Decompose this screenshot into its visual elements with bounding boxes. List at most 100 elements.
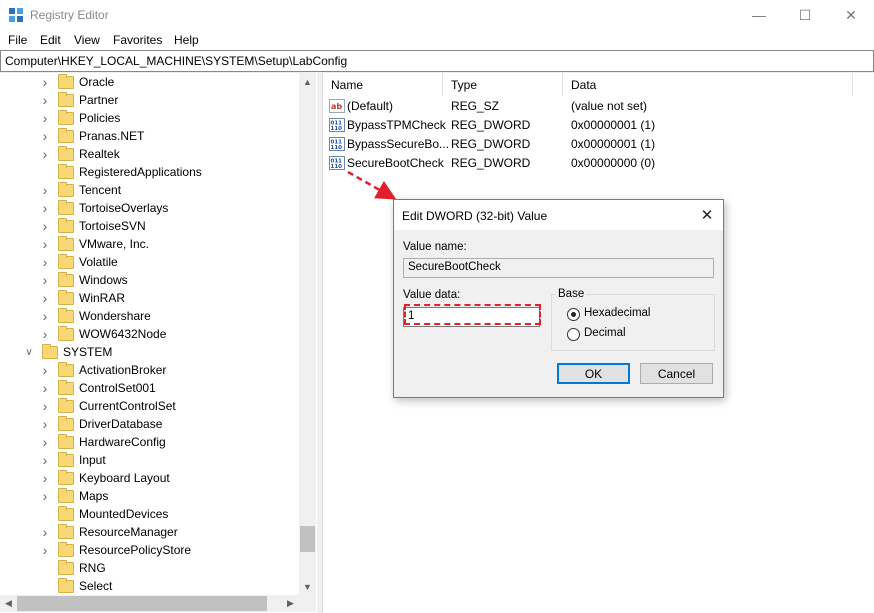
chevron-right-icon[interactable]: ›	[40, 254, 50, 270]
tree-item[interactable]: › Realtek	[40, 145, 120, 163]
tree-item[interactable]: MountedDevices	[40, 505, 168, 523]
tree-item[interactable]: › TortoiseSVN	[40, 217, 146, 235]
tree-item[interactable]: › Pranas.NET	[40, 127, 144, 145]
key-tree[interactable]: › Oracle › Partner › Policies › Pranas.NET › Real…	[0, 73, 317, 613]
list-item[interactable]: 011 110 SecureBootCheck REG_DWORD 0x0000…	[327, 154, 847, 173]
dialog-close-button[interactable]: ✕	[696, 205, 718, 225]
chevron-right-icon[interactable]: ›	[40, 146, 50, 162]
chevron-right-icon[interactable]: ›	[40, 236, 50, 252]
scroll-left-icon[interactable]: ◀	[0, 595, 17, 612]
chevron-right-icon[interactable]: ›	[40, 380, 50, 396]
tree-item[interactable]: › TortoiseOverlays	[40, 199, 168, 217]
tree-item[interactable]: › Volatile	[40, 253, 118, 271]
scroll-up-icon[interactable]: ▲	[299, 73, 316, 90]
chevron-right-icon[interactable]: ›	[40, 182, 50, 198]
tree-item[interactable]: › DriverDatabase	[40, 415, 162, 433]
tree-item[interactable]: › Tencent	[40, 181, 121, 199]
chevron-right-icon[interactable]: ›	[40, 326, 50, 342]
tree-item[interactable]: › ResourcePolicyStore	[40, 541, 191, 559]
chevron-right-icon[interactable]: ›	[40, 272, 50, 288]
hexadecimal-radio[interactable]	[567, 308, 580, 321]
chevron-right-icon[interactable]: ›	[40, 524, 50, 540]
tree-item[interactable]: › HardwareConfig	[40, 433, 166, 451]
column-header-data[interactable]: Data	[563, 73, 853, 96]
chevron-right-icon[interactable]: ›	[40, 488, 50, 504]
chevron-right-icon[interactable]: ›	[40, 290, 50, 306]
menu-view[interactable]: View	[74, 33, 100, 47]
chevron-right-icon[interactable]: ›	[40, 128, 50, 144]
folder-icon	[58, 181, 74, 197]
tree-item[interactable]: › Policies	[40, 109, 120, 127]
tree-item[interactable]: › Oracle	[40, 73, 114, 91]
chevron-right-icon[interactable]: ›	[40, 218, 50, 234]
tree-item[interactable]: › ActivationBroker	[40, 361, 166, 379]
folder-icon	[58, 379, 74, 395]
menu-file[interactable]: File	[8, 33, 27, 47]
tree-item-label: MountedDevices	[79, 507, 169, 521]
value-data-label: Value data:	[403, 289, 461, 301]
ok-button[interactable]: OK	[557, 363, 630, 384]
chevron-right-icon[interactable]: ›	[40, 200, 50, 216]
folder-icon	[58, 451, 74, 467]
tree-item[interactable]: RegisteredApplications	[40, 163, 202, 181]
list-item[interactable]: ab (Default) REG_SZ (value not set)	[327, 97, 847, 116]
tree-item-label: WinRAR	[79, 291, 126, 305]
folder-icon	[58, 271, 74, 287]
column-header-name[interactable]: Name	[323, 73, 443, 96]
hexadecimal-label[interactable]: Hexadecimal	[584, 307, 650, 319]
chevron-right-icon[interactable]: ›	[40, 110, 50, 126]
menu-help[interactable]: Help	[174, 33, 199, 47]
chevron-right-icon[interactable]: ›	[40, 542, 50, 558]
close-button[interactable]: ✕	[828, 0, 874, 30]
tree-item-label: Tencent	[79, 183, 122, 197]
scroll-thumb[interactable]	[300, 526, 315, 552]
tree-vertical-scrollbar[interactable]: ▲ ▼	[299, 73, 316, 595]
address-bar[interactable]: Computer\HKEY_LOCAL_MACHINE\SYSTEM\Setup…	[0, 50, 874, 72]
menu-favorites[interactable]: Favorites	[113, 33, 162, 47]
tree-item[interactable]: › Input	[40, 451, 106, 469]
tree-item[interactable]: › ControlSet001	[40, 379, 156, 397]
tree-item[interactable]: › Keyboard Layout	[40, 469, 170, 487]
tree-item[interactable]: › ResourceManager	[40, 523, 178, 541]
folder-icon	[42, 343, 58, 359]
chevron-right-icon[interactable]: ›	[40, 398, 50, 414]
chevron-right-icon[interactable]: ›	[40, 92, 50, 108]
tree-item[interactable]: › Wondershare	[40, 307, 151, 325]
chevron-right-icon[interactable]: ›	[40, 470, 50, 486]
scroll-down-icon[interactable]: ▼	[299, 578, 316, 595]
decimal-radio[interactable]	[567, 328, 580, 341]
tree-item[interactable]: › VMware, Inc.	[40, 235, 149, 253]
tree-item[interactable]: Select	[40, 577, 112, 595]
chevron-right-icon[interactable]: ›	[40, 452, 50, 468]
minimize-button[interactable]: —	[736, 0, 782, 30]
maximize-button[interactable]: ☐	[782, 0, 828, 30]
tree-item[interactable]: › WOW6432Node	[40, 325, 166, 343]
menu-edit[interactable]: Edit	[40, 33, 61, 47]
tree-item[interactable]: RNG	[40, 559, 106, 577]
folder-icon	[58, 397, 74, 413]
tree-item[interactable]: ∨ SYSTEM	[24, 343, 112, 361]
chevron-right-icon[interactable]: ›	[40, 416, 50, 432]
tree-item[interactable]: › Windows	[40, 271, 128, 289]
chevron-right-icon[interactable]: ›	[40, 74, 50, 90]
scroll-right-icon[interactable]: ▶	[282, 595, 299, 612]
tree-item[interactable]: › CurrentControlSet	[40, 397, 176, 415]
cancel-button[interactable]: Cancel	[640, 363, 713, 384]
tree-item-label: TortoiseSVN	[79, 219, 146, 233]
svg-text:ab: ab	[331, 102, 342, 111]
tree-item[interactable]: › Partner	[40, 91, 118, 109]
tree-item[interactable]: › Maps	[40, 487, 108, 505]
column-header-type[interactable]: Type	[443, 73, 563, 96]
list-item[interactable]: 011 110 BypassTPMCheck REG_DWORD 0x00000…	[327, 116, 847, 135]
scroll-thumb[interactable]	[17, 596, 267, 611]
chevron-right-icon[interactable]: ›	[40, 362, 50, 378]
list-item[interactable]: 011 110 BypassSecureBo... REG_DWORD 0x00…	[327, 135, 847, 154]
chevron-right-icon[interactable]: ›	[40, 308, 50, 324]
tree-item-label: Oracle	[79, 75, 115, 89]
tree-item[interactable]: › WinRAR	[40, 289, 125, 307]
chevron-down-icon[interactable]: ∨	[24, 347, 34, 358]
tree-horizontal-scrollbar[interactable]: ◀ ▶	[0, 595, 299, 612]
chevron-right-icon[interactable]: ›	[40, 434, 50, 450]
decimal-label[interactable]: Decimal	[584, 327, 626, 339]
tree-item-label: Partner	[79, 93, 119, 107]
